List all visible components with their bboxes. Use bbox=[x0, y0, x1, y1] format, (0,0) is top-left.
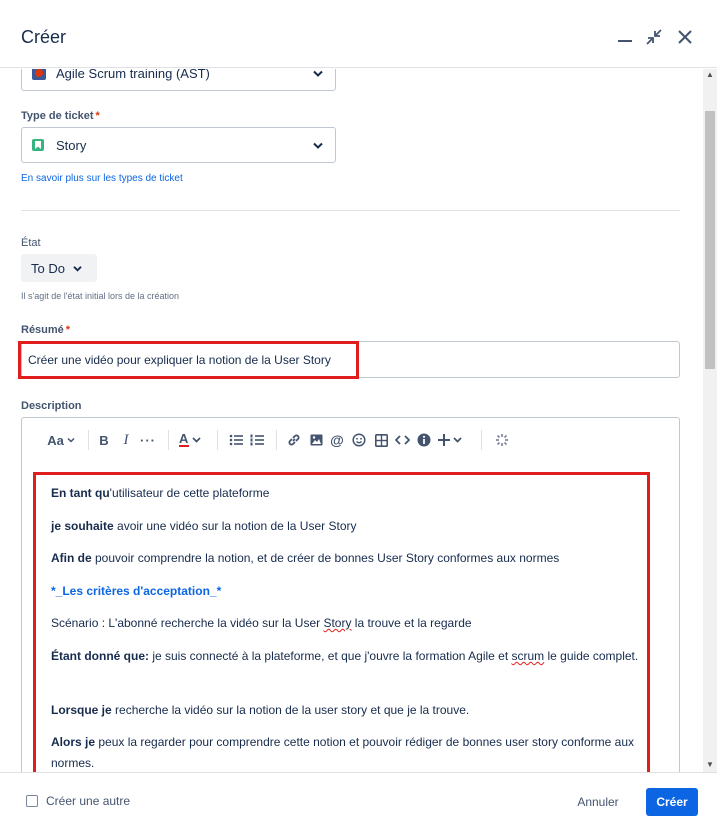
toolbar-separator bbox=[276, 430, 277, 450]
editor-toolbar: Aa B I ··· A @ bbox=[22, 418, 679, 462]
cancel-button[interactable]: Annuler bbox=[568, 788, 628, 816]
form-content: Agile Scrum training (AST) Type de ticke… bbox=[0, 69, 703, 772]
ticket-types-help-link[interactable]: En savoir plus sur les types de ticket bbox=[21, 173, 183, 184]
status-label: État bbox=[21, 237, 41, 249]
ticket-type-value: Story bbox=[56, 137, 87, 153]
mention-icon[interactable]: @ bbox=[329, 431, 345, 449]
scrollbar-thumb[interactable] bbox=[705, 111, 715, 369]
status-helper-text: Il s'agit de l'état initial lors de la c… bbox=[21, 291, 180, 301]
emoji-icon[interactable] bbox=[351, 431, 367, 449]
chevron-down-icon bbox=[313, 138, 323, 153]
collapse-icon[interactable] bbox=[641, 24, 667, 50]
svg-text:A: A bbox=[179, 432, 189, 446]
scroll-up-icon[interactable]: ▲ bbox=[706, 71, 714, 79]
toolbar-separator bbox=[481, 430, 482, 450]
description-line: Étant donné que: je suis connecté à la p… bbox=[51, 649, 639, 663]
info-panel-icon[interactable] bbox=[416, 431, 432, 449]
text-style-dropdown[interactable]: Aa bbox=[44, 431, 78, 449]
story-icon bbox=[32, 139, 44, 151]
create-another-checkbox[interactable] bbox=[26, 795, 38, 807]
description-line: En tant qu'utilisateur de cette platefor… bbox=[51, 486, 270, 500]
ticket-type-select[interactable]: Story bbox=[21, 127, 336, 163]
more-formatting-icon[interactable]: ··· bbox=[139, 431, 157, 449]
project-select[interactable]: Agile Scrum training (AST) bbox=[21, 69, 336, 91]
create-button[interactable]: Créer bbox=[646, 788, 698, 816]
insert-more-icon[interactable] bbox=[437, 431, 467, 449]
description-line: Lorsque je recherche la vidéo sur la not… bbox=[51, 703, 470, 717]
description-line: je souhaite avoir une vidéo sur la notio… bbox=[51, 519, 357, 533]
description-label: Description bbox=[21, 400, 82, 412]
toolbar-separator bbox=[88, 430, 89, 450]
project-avatar-icon bbox=[32, 69, 46, 80]
image-icon[interactable] bbox=[308, 431, 324, 449]
summary-label: Résumé * bbox=[21, 324, 71, 336]
scrollbar[interactable]: ▲ ▼ bbox=[703, 69, 717, 772]
close-icon[interactable] bbox=[672, 24, 698, 50]
italic-icon[interactable]: I bbox=[118, 431, 134, 449]
bold-icon[interactable]: B bbox=[96, 431, 112, 449]
chevron-down-icon bbox=[73, 265, 82, 272]
modal-header: Créer bbox=[0, 0, 717, 68]
description-line: Scénario : L'abonné recherche la vidéo s… bbox=[51, 616, 472, 630]
bullet-list-icon[interactable] bbox=[228, 431, 244, 449]
acceptance-criteria-heading: *_Les critères d'acceptation_* bbox=[51, 584, 222, 598]
toolbar-separator bbox=[168, 430, 169, 450]
create-another-label[interactable]: Créer une autre bbox=[46, 794, 130, 808]
description-line: Afin de pouvoir comprendre la notion, et… bbox=[51, 551, 560, 565]
code-icon[interactable] bbox=[394, 431, 410, 449]
toolbar-separator bbox=[217, 430, 218, 450]
chevron-down-icon bbox=[313, 69, 323, 81]
text-color-icon[interactable]: A bbox=[177, 431, 205, 449]
status-value: To Do bbox=[31, 260, 65, 276]
link-icon[interactable] bbox=[286, 431, 302, 449]
summary-input[interactable]: Créer une vidéo pour expliquer la notion… bbox=[21, 341, 680, 378]
project-value: Agile Scrum training (AST) bbox=[56, 69, 210, 81]
status-dropdown[interactable]: To Do bbox=[21, 254, 97, 282]
ticket-type-label: Type de ticket * bbox=[21, 110, 100, 122]
section-divider bbox=[21, 210, 680, 211]
description-line: Alors je peux la regarder pour comprendr… bbox=[51, 735, 634, 770]
table-icon[interactable] bbox=[373, 431, 389, 449]
modal-footer: Créer une autre Annuler Créer bbox=[0, 772, 717, 834]
modal-title: Créer bbox=[21, 27, 67, 47]
ai-sparkle-icon[interactable] bbox=[494, 431, 510, 449]
minimize-icon[interactable] bbox=[612, 24, 638, 50]
numbered-list-icon[interactable] bbox=[249, 431, 265, 449]
scroll-down-icon[interactable]: ▼ bbox=[706, 761, 714, 769]
